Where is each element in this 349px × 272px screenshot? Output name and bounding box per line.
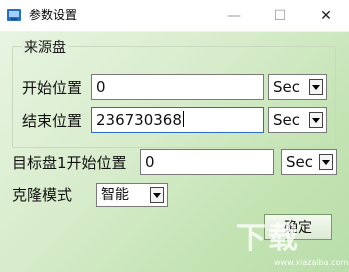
watermark-url: www.xiazaiba.com bbox=[274, 258, 349, 267]
chevron-down-icon[interactable] bbox=[319, 154, 333, 170]
window-title: 参数设置 bbox=[29, 8, 78, 22]
start-position-value: 0 bbox=[96, 78, 106, 96]
start-unit-value: Sec bbox=[273, 78, 300, 96]
close-button[interactable]: ✕ bbox=[303, 0, 349, 31]
start-position-input[interactable]: 0 bbox=[91, 74, 264, 100]
minimize-button[interactable]: — bbox=[211, 0, 257, 31]
chevron-down-icon[interactable] bbox=[150, 187, 164, 203]
end-position-value: 236730368 bbox=[96, 111, 182, 129]
end-unit-select[interactable]: Sec bbox=[268, 107, 327, 133]
maximize-button[interactable]: ☐ bbox=[257, 0, 303, 31]
chevron-down-icon[interactable] bbox=[309, 79, 323, 95]
target-unit-value: Sec bbox=[286, 153, 313, 171]
target-start-input[interactable]: 0 bbox=[140, 149, 274, 175]
target-unit-select[interactable]: Sec bbox=[281, 149, 337, 175]
target-start-value: 0 bbox=[145, 153, 155, 171]
source-disk-group-title: 来源盘 bbox=[22, 40, 68, 56]
text-caret bbox=[182, 111, 184, 127]
end-position-label: 结束位置 bbox=[22, 112, 83, 130]
start-unit-select[interactable]: Sec bbox=[268, 74, 327, 100]
app-icon bbox=[7, 9, 21, 21]
chevron-down-icon[interactable] bbox=[309, 112, 323, 128]
title-bar: 参数设置 — ☐ ✕ bbox=[0, 0, 349, 32]
clone-mode-label: 克隆模式 bbox=[12, 186, 73, 204]
end-position-input[interactable]: 236730368 bbox=[91, 107, 264, 133]
parameter-settings-window: 参数设置 — ☐ ✕ 来源盘 开始位置 0 Sec 结束位置 236730368… bbox=[0, 0, 349, 272]
end-unit-value: Sec bbox=[273, 111, 300, 129]
clone-mode-select[interactable]: 智能 bbox=[96, 183, 168, 207]
start-position-label: 开始位置 bbox=[22, 79, 83, 97]
clone-mode-value: 智能 bbox=[101, 187, 129, 203]
target-start-label: 目标盘1开始位置 bbox=[12, 154, 127, 172]
